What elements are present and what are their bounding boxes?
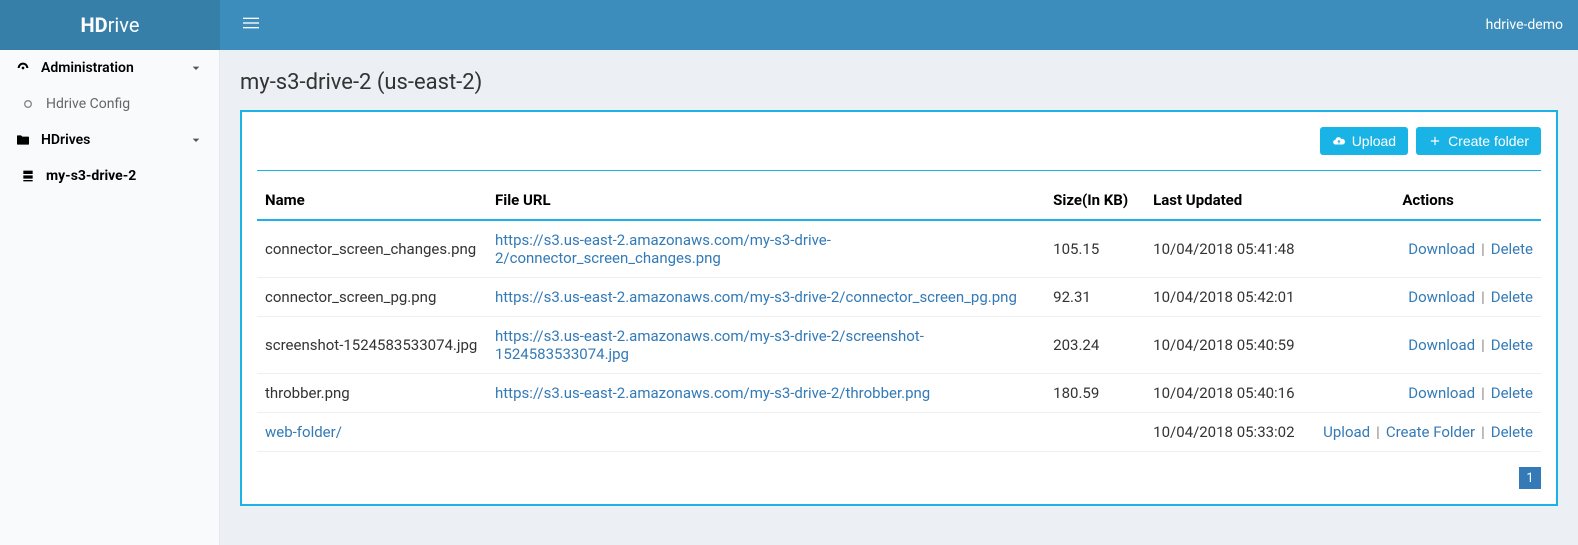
actions-cell: Download|Delete (1315, 220, 1541, 278)
page-title: my-s3-drive-2 (us-east-2) (240, 70, 1558, 95)
file-size: 180.59 (1045, 374, 1145, 413)
delete-link[interactable]: Delete (1491, 423, 1533, 441)
folder-link[interactable]: web-folder/ (265, 423, 342, 441)
file-updated: 10/04/2018 05:41:48 (1145, 220, 1315, 278)
sidebar-item-label: my-s3-drive-2 (46, 168, 136, 184)
create-folder-button[interactable]: Create folder (1416, 127, 1541, 155)
col-updated: Last Updated (1145, 181, 1315, 220)
download-link[interactable]: Download (1408, 384, 1475, 402)
col-url: File URL (487, 181, 1045, 220)
file-size: 92.31 (1045, 278, 1145, 317)
logo[interactable]: HDrive (0, 0, 220, 50)
sidebar-item-my-s3-drive-2[interactable]: my-s3-drive-2 (0, 158, 219, 194)
hamburger-icon (243, 15, 259, 31)
delete-link[interactable]: Delete (1491, 336, 1533, 354)
file-updated: 10/04/2018 05:40:59 (1145, 317, 1315, 374)
separator: | (1475, 336, 1491, 354)
logo-rest: rive (108, 13, 140, 37)
sidebar: Administration Hdrive Config HDrives (0, 50, 220, 545)
file-name: throbber.png (257, 374, 487, 413)
chevron-down-icon (188, 132, 204, 148)
toolbar: Upload Create folder (257, 127, 1541, 171)
file-url-link[interactable]: https://s3.us-east-2.amazonaws.com/my-s3… (495, 288, 1017, 306)
upload-button-label: Upload (1352, 133, 1396, 149)
upload-link[interactable]: Upload (1323, 423, 1370, 441)
plus-icon (1428, 134, 1442, 148)
file-size: 105.15 (1045, 220, 1145, 278)
file-url-link[interactable]: https://s3.us-east-2.amazonaws.com/my-s3… (495, 231, 831, 267)
chevron-down-icon (188, 60, 204, 76)
actions-cell: Upload|Create Folder|Delete (1315, 413, 1541, 452)
file-name: connector_screen_pg.png (257, 278, 487, 317)
upload-button[interactable]: Upload (1320, 127, 1408, 155)
topbar-right: hdrive-demo (220, 7, 1578, 44)
download-link[interactable]: Download (1408, 336, 1475, 354)
sidebar-item-hdrives[interactable]: HDrives (0, 122, 219, 158)
table-row: connector_screen_changes.pnghttps://s3.u… (257, 220, 1541, 278)
file-name: screenshot-1524583533074.jpg (257, 317, 487, 374)
file-size (1045, 413, 1145, 452)
circle-icon (20, 96, 36, 112)
user-label[interactable]: hdrive-demo (1486, 17, 1563, 33)
actions-cell: Download|Delete (1315, 278, 1541, 317)
folder-icon (15, 132, 31, 148)
logo-bold: HD (81, 13, 108, 37)
table-row: web-folder/10/04/2018 05:33:02Upload|Cre… (257, 413, 1541, 452)
file-url-link[interactable]: https://s3.us-east-2.amazonaws.com/my-s3… (495, 384, 930, 402)
file-updated: 10/04/2018 05:42:01 (1145, 278, 1315, 317)
create-folder-button-label: Create folder (1448, 133, 1529, 149)
file-size: 203.24 (1045, 317, 1145, 374)
separator: | (1475, 240, 1491, 258)
col-name: Name (257, 181, 487, 220)
file-name: connector_screen_changes.png (257, 220, 487, 278)
drive-icon (20, 168, 36, 184)
separator: | (1370, 423, 1386, 441)
content: my-s3-drive-2 (us-east-2) Upload Create … (220, 50, 1578, 545)
delete-link[interactable]: Delete (1491, 384, 1533, 402)
cloud-upload-icon (1332, 134, 1346, 148)
topbar: HDrive hdrive-demo (0, 0, 1578, 50)
table-row: connector_screen_pg.png https://s3.us-eas… (257, 278, 1541, 317)
table-row: throbber.png https://s3.us-east-2.amazona… (257, 374, 1541, 413)
page-number[interactable]: 1 (1519, 467, 1541, 489)
file-updated: 10/04/2018 05:40:16 (1145, 374, 1315, 413)
sidebar-item-label: Hdrive Config (46, 96, 130, 112)
sidebar-item-administration[interactable]: Administration (0, 50, 219, 86)
file-panel: Upload Create folder Name File URL Size(… (240, 110, 1558, 506)
body-wrapper: Administration Hdrive Config HDrives (0, 50, 1578, 545)
sidebar-item-hdrive-config[interactable]: Hdrive Config (0, 86, 219, 122)
delete-link[interactable]: Delete (1491, 240, 1533, 258)
download-link[interactable]: Download (1408, 240, 1475, 258)
hamburger-button[interactable] (235, 7, 267, 44)
separator: | (1475, 384, 1491, 402)
col-actions: Actions (1315, 181, 1541, 220)
file-table: Name File URL Size(In KB) Last Updated A… (257, 181, 1541, 452)
actions-cell: Download|Delete (1315, 317, 1541, 374)
pagination: 1 (257, 467, 1541, 489)
sidebar-item-label: Administration (41, 60, 134, 76)
actions-cell: Download|Delete (1315, 374, 1541, 413)
separator: | (1475, 423, 1491, 441)
sidebar-item-label: HDrives (41, 132, 90, 148)
file-url-link[interactable]: https://s3.us-east-2.amazonaws.com/my-s3… (495, 327, 924, 363)
col-size: Size(In KB) (1045, 181, 1145, 220)
delete-link[interactable]: Delete (1491, 288, 1533, 306)
download-link[interactable]: Download (1408, 288, 1475, 306)
create-folder-link[interactable]: Create Folder (1386, 423, 1475, 441)
file-updated: 10/04/2018 05:33:02 (1145, 413, 1315, 452)
dashboard-icon (15, 60, 31, 76)
table-row: screenshot-1524583533074.jpghttps://s3.u… (257, 317, 1541, 374)
separator: | (1475, 288, 1491, 306)
